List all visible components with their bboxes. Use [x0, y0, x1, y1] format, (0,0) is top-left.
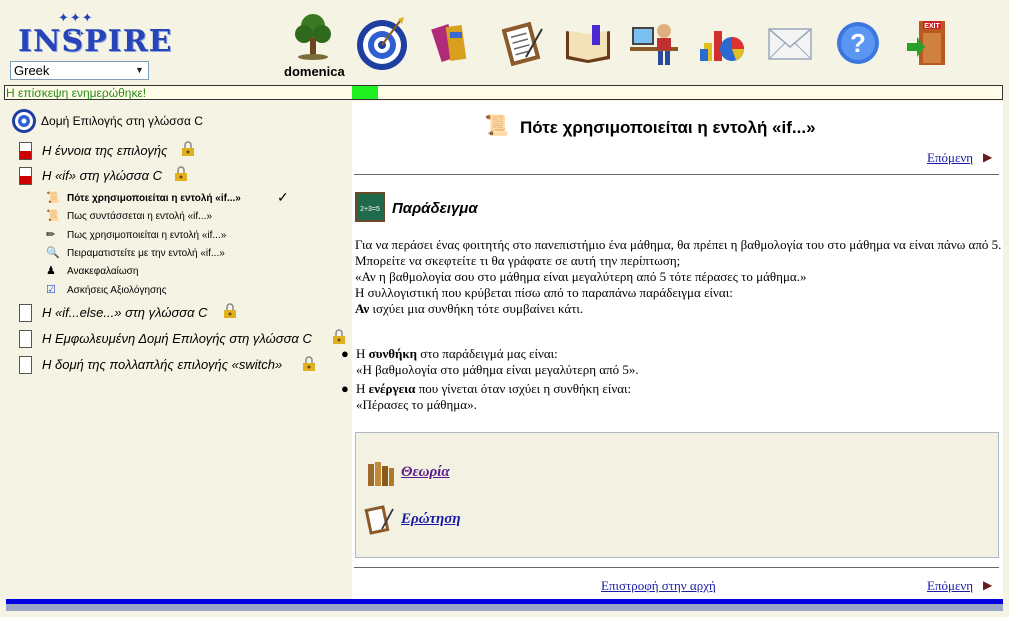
sidebar-subitem-experiment[interactable]: Πειραματιστείτε με την εντολή «if...»	[67, 248, 225, 259]
lock-icon	[180, 141, 196, 162]
person-icon: ♟	[46, 265, 56, 277]
page-red-icon	[19, 142, 32, 160]
magnifier-icon: 🔍	[46, 247, 60, 259]
tree-icon[interactable]	[288, 12, 338, 62]
next-link-bottom[interactable]: Επόμενη	[927, 578, 973, 594]
bullet-line2: «Πέρασες το μάθημα».	[356, 397, 477, 412]
theory-link[interactable]: Θεωρία	[401, 464, 450, 481]
exit-sign-text: EXIT	[924, 23, 940, 30]
bullet-line2: «Η βαθμολογία στο μάθημα είναι μεγαλύτερ…	[356, 362, 639, 377]
page-red-icon	[19, 167, 32, 185]
question-clipboard-icon[interactable]	[362, 503, 396, 535]
divider	[354, 174, 999, 175]
status-bar	[4, 85, 1003, 100]
bullet-item: ● Η συνθήκη στο παράδειγμά μας είναι: «Η …	[341, 346, 961, 378]
chart-icon[interactable]	[694, 14, 750, 72]
sidebar-subitem-usage[interactable]: Πως χρησιμοποιείται η εντολή «if...»	[67, 230, 226, 241]
links-box	[355, 432, 999, 558]
username: domenica	[284, 64, 345, 79]
bullet-bold: ενέργεια	[368, 381, 416, 396]
para-if-bold: Αν	[355, 301, 370, 316]
sidebar-subitem-when[interactable]: Πότε χρησιμοποιείται η εντολή «if...»	[67, 193, 241, 204]
next-link[interactable]: Επόμενη	[927, 150, 973, 166]
sidebar-item-if-else[interactable]: Η «if...else...» στη γλώσσα C	[42, 305, 208, 320]
books-icon[interactable]	[424, 14, 480, 72]
sidebar-item-if[interactable]: Η «if» στη γλώσσα C	[42, 168, 162, 183]
para-if-rest: ισχύει μια συνθήκη τότε συμβαίνει κάτι.	[369, 301, 584, 316]
bullet-pre: Η	[356, 381, 369, 396]
bullet-bold: συνθήκη	[368, 346, 418, 361]
next-arrow-icon[interactable]: ▶	[983, 150, 992, 164]
progress-bar	[352, 86, 378, 99]
bullet-dot-icon: ●	[341, 346, 349, 361]
back-to-start-link[interactable]: Επιστροφή στην αρχή	[601, 578, 716, 594]
clipboard-icon[interactable]	[494, 14, 550, 72]
lock-icon	[173, 166, 189, 187]
status-message: Η επίσκεψη ενημερώθηκε!	[6, 86, 147, 100]
open-book-icon[interactable]	[560, 14, 616, 72]
sidebar-root-label[interactable]: Δομή Επιλογής στη γλώσσα C	[41, 114, 203, 128]
scroll-icon: 📜	[46, 192, 60, 204]
pencil-icon: ✏	[46, 229, 56, 241]
target-icon[interactable]	[354, 14, 410, 72]
divider	[354, 567, 999, 568]
exit-icon[interactable]: EXIT	[900, 14, 956, 72]
example-paragraph: Για να περάσει ένας φοιτητής στο πανεπισ…	[355, 237, 1003, 317]
bullet-post: που γίνεται όταν ισχύει η συνθήκη είναι:	[415, 381, 632, 396]
para-quote: «Αν η βαθμολογία σου στο μάθημα είναι με…	[355, 269, 807, 284]
mail-icon[interactable]	[762, 14, 818, 72]
page-empty-icon	[19, 330, 32, 348]
svg-text:?: ?	[850, 28, 866, 58]
bullet-text: Η συνθήκη στο παράδειγμά μας είναι: «Η βα…	[356, 346, 639, 378]
bullet-post: στο παράδειγμά μας είναι:	[417, 346, 558, 361]
bullet-text: Η ενέργεια που γίνεται όταν ισχύει η συν…	[356, 381, 631, 413]
scroll-icon: 📜	[46, 210, 60, 222]
sidebar-subitem-summary[interactable]: Ανακεφαλαίωση	[67, 266, 138, 277]
section-title: Παράδειγμα	[392, 200, 478, 217]
checkbox-icon: ☑	[46, 284, 56, 296]
sidebar-item-nested[interactable]: Η Εμφωλευμένη Δομή Επιλογής στη γλώσσα C	[42, 331, 312, 346]
bullet-item: ● Η ενέργεια που γίνεται όταν ισχύει η σ…	[341, 381, 961, 413]
chalkboard-text: 2+3=5	[360, 206, 380, 213]
sidebar-subitem-exercises[interactable]: Ασκήσεις Αξιολόγησης	[67, 285, 167, 296]
lock-icon	[222, 303, 238, 324]
scroll-icon: 📜	[484, 115, 509, 137]
para-intro: Για να περάσει ένας φοιτητής στο πανεπισ…	[355, 237, 1002, 268]
chevron-down-icon[interactable]: ▼	[133, 64, 146, 77]
question-link[interactable]: Ερώτηση	[401, 511, 461, 528]
page-empty-icon	[19, 356, 32, 374]
student-icon[interactable]	[626, 14, 682, 72]
page-title: Πότε χρησιμοποιείται η εντολή «if...»	[520, 118, 816, 137]
bullet-pre: Η	[356, 346, 369, 361]
page-empty-icon	[19, 304, 32, 322]
check-icon: ✓	[277, 189, 289, 205]
chalkboard-icon: 2+3=5	[355, 192, 385, 222]
help-icon[interactable]: ?	[830, 14, 886, 72]
footer-bar-shadow	[6, 604, 1003, 611]
bullet-dot-icon: ●	[341, 381, 349, 396]
theory-book-icon[interactable]	[364, 458, 396, 488]
para-reasoning: Η συλλογιστική που κρύβεται πίσω από το …	[355, 285, 733, 300]
bullet-list: ● Η συνθήκη στο παράδειγμά μας είναι: «Η …	[341, 346, 961, 413]
lock-icon	[301, 356, 317, 377]
logo: INSPIRE	[18, 24, 173, 59]
target-icon	[11, 108, 37, 139]
sidebar-subitem-syntax[interactable]: Πως συντάσσεται η εντολή «if...»	[67, 211, 212, 222]
next-arrow-icon[interactable]: ▶	[983, 578, 992, 592]
sidebar-item-switch[interactable]: Η δομή της πολλαπλής επιλογής «switch»	[42, 357, 282, 372]
sidebar-item-concept[interactable]: Η έννοια της επιλογής	[42, 143, 167, 158]
language-select[interactable]: Greek ▼	[10, 61, 149, 80]
language-select-value: Greek	[14, 63, 50, 78]
